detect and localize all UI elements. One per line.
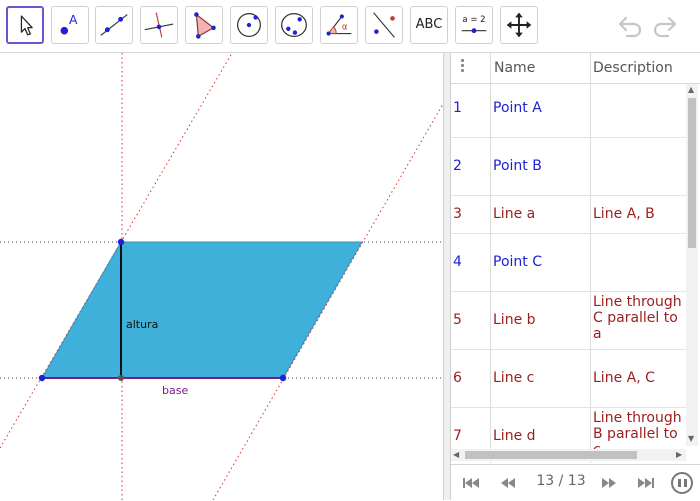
pause-button[interactable] (671, 472, 693, 494)
reflect-tool-button[interactable] (365, 6, 403, 44)
row-number: 5 (453, 312, 462, 328)
pause-icon-bar (684, 479, 687, 487)
row-name: Line d (493, 428, 536, 444)
last-step-button[interactable] (636, 475, 656, 491)
scroll-left-icon[interactable]: ◀ (453, 450, 459, 460)
horizontal-scrollbar[interactable]: ◀ ▶ (451, 449, 686, 461)
row-number: 3 (453, 206, 462, 222)
column-menu-icon[interactable] (461, 59, 465, 74)
protocol-rows: 1 Point A 2 Point B 3 Line a Line A, B 4… (451, 84, 688, 455)
construction-protocol: Name Description 1 Point A 2 Point B 3 L… (451, 53, 700, 500)
undo-icon (618, 16, 642, 38)
row-description: Line A, B (593, 206, 655, 222)
next-step-button[interactable] (599, 475, 619, 491)
move-tool-button[interactable] (6, 6, 44, 44)
point-c[interactable] (117, 238, 125, 246)
vertical-scroll-thumb[interactable] (688, 98, 696, 248)
foot-point[interactable] (118, 375, 124, 381)
reflect-about-line-icon (373, 12, 395, 38)
line-tool-button[interactable] (95, 6, 133, 44)
row-description: Line through C parallel to a (593, 294, 682, 342)
row-number: 1 (453, 100, 462, 116)
row-number: 4 (453, 254, 462, 270)
undo-button[interactable] (614, 12, 644, 40)
table-row[interactable]: 4 Point C (451, 234, 688, 292)
arrow-cursor-icon (20, 15, 33, 36)
slider-tool-label: a = 2 (462, 15, 485, 25)
point-b[interactable] (279, 374, 287, 382)
angle-icon: α (326, 14, 352, 36)
vertical-scrollbar[interactable]: ▲ ▼ (686, 84, 698, 446)
scroll-down-icon[interactable]: ▼ (688, 434, 694, 444)
pause-icon (678, 479, 681, 487)
row-name: Point A (493, 100, 542, 116)
polygon-tool-button[interactable] (185, 6, 223, 44)
previous-step-button[interactable] (498, 475, 518, 491)
scroll-up-icon[interactable]: ▲ (688, 85, 694, 95)
row-number: 6 (453, 370, 462, 386)
protocol-header: Name Description (451, 53, 700, 84)
move-graphics-tool-button[interactable] (500, 6, 538, 44)
row-name: Point C (493, 254, 542, 270)
table-row[interactable]: 2 Point B (451, 138, 688, 196)
angle-tool-label: α (342, 23, 348, 33)
base-label: base (162, 384, 188, 397)
altura-label: altura (126, 318, 158, 331)
point-tool-label: A (69, 13, 78, 27)
row-name: Line a (493, 206, 536, 222)
next-step-icon (602, 478, 616, 488)
step-counter: 13 / 13 (536, 473, 586, 489)
table-row[interactable]: 5 Line b Line through C parallel to a (451, 292, 688, 350)
perpendicular-line-icon (144, 12, 174, 38)
panel-divider[interactable] (443, 53, 451, 500)
name-column-header[interactable]: Name (494, 53, 535, 83)
table-row[interactable]: 3 Line a Line A, B (451, 196, 688, 234)
perpendicular-tool-button[interactable] (140, 6, 178, 44)
row-number: 2 (453, 158, 462, 174)
description-column-header[interactable]: Description (593, 53, 673, 83)
graphics-view[interactable]: altura base (0, 53, 443, 500)
redo-icon (653, 16, 677, 38)
first-step-icon (463, 478, 479, 488)
navigation-bar: 13 / 13 (451, 464, 700, 501)
row-number: 7 (453, 428, 462, 444)
move-arrows-icon (506, 12, 532, 38)
point-a[interactable] (38, 374, 46, 382)
polygon-icon (194, 12, 216, 39)
last-step-icon (638, 478, 654, 488)
ellipse-icon (281, 13, 307, 37)
angle-tool-button[interactable]: α (320, 6, 358, 44)
first-step-button[interactable] (461, 475, 481, 491)
conic-tool-button[interactable] (275, 6, 313, 44)
toolbar: A α ABC a = 2 (0, 0, 700, 53)
table-row[interactable]: 7 Line d Line through B parallel to c (451, 408, 688, 455)
parallelogram-polygon[interactable] (41, 241, 363, 379)
row-name: Point B (493, 158, 542, 174)
point-icon: A (60, 13, 78, 35)
table-row[interactable]: 6 Line c Line A, C (451, 350, 688, 408)
row-name: Line c (493, 370, 535, 386)
row-description: Line A, C (593, 370, 655, 386)
row-name: Line b (493, 312, 536, 328)
table-row[interactable]: 1 Point A (451, 84, 688, 138)
line-through-points-icon (100, 14, 128, 36)
circle-center-point-icon (237, 13, 261, 37)
circle-tool-button[interactable] (230, 6, 268, 44)
graphics-canvas[interactable]: altura base (0, 53, 443, 500)
redo-button[interactable] (651, 12, 681, 40)
horizontal-scroll-thumb[interactable] (465, 451, 637, 459)
slider-icon: a = 2 (461, 15, 487, 34)
scroll-right-icon[interactable]: ▶ (676, 450, 682, 460)
point-tool-button[interactable]: A (51, 6, 89, 44)
text-tool-button[interactable]: ABC (410, 6, 448, 44)
slider-tool-button[interactable]: a = 2 (455, 6, 493, 44)
text-tool-label: ABC (415, 17, 443, 32)
previous-step-icon (501, 478, 515, 488)
